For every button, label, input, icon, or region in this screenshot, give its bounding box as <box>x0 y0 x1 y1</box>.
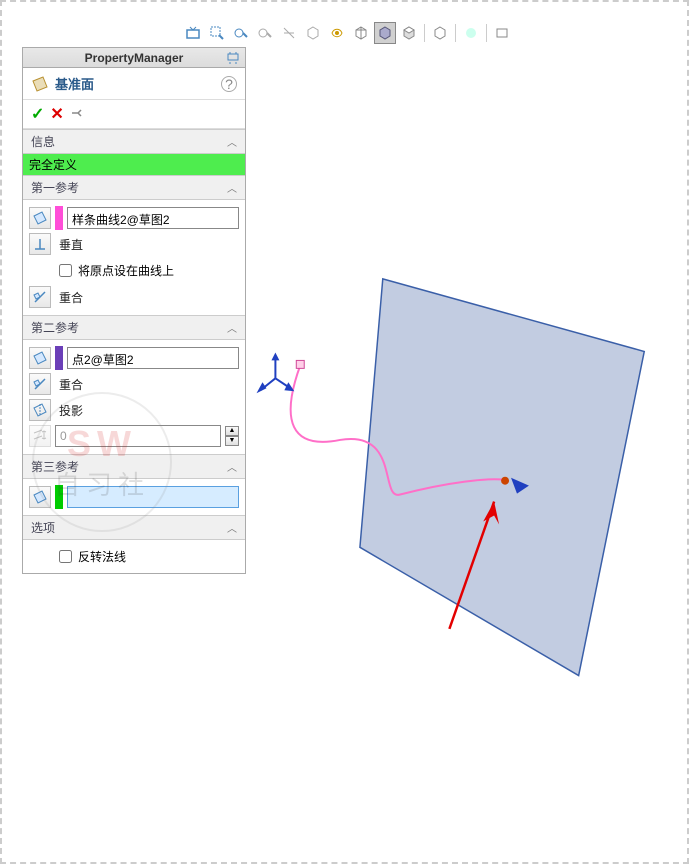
annotation-arrow-shaft <box>449 502 494 629</box>
feature-name: 基准面 <box>55 74 94 93</box>
dynamic-zoom-icon[interactable] <box>278 22 300 44</box>
perpendicular-icon[interactable] <box>29 233 51 255</box>
action-row: ✓ ✕ <box>23 100 245 129</box>
ref3-header-label: 第三参考 <box>31 458 79 475</box>
status-fully-defined: 完全定义 <box>23 154 245 175</box>
hide-show-icon[interactable] <box>429 22 451 44</box>
view-toolbar <box>182 22 513 44</box>
project-icon[interactable] <box>29 399 51 421</box>
ref2-color-chip <box>55 346 63 370</box>
ref2-project-label: 投影 <box>55 402 83 419</box>
distance-spinner[interactable]: ▲▼ <box>225 426 239 446</box>
cancel-button[interactable]: ✕ <box>50 104 63 124</box>
property-manager-panel: PropertyManager 基准面 ? ✓ ✕ 信息 ︿ 完全定义 第一参考… <box>22 47 246 574</box>
selection-icon[interactable] <box>29 207 51 229</box>
display-style-shaded-edges-icon[interactable] <box>398 22 420 44</box>
section-view-icon[interactable] <box>254 22 276 44</box>
flip-normal-checkbox[interactable] <box>59 550 72 563</box>
info-section-header[interactable]: 信息 ︿ <box>23 129 245 154</box>
third-reference-body <box>23 479 245 515</box>
ref1-entity-input[interactable]: 样条曲线2@草图2 <box>67 207 239 229</box>
plane-feature-icon <box>31 75 49 93</box>
separator <box>486 24 487 42</box>
first-reference-body: 样条曲线2@草图2 垂直 将原点设在曲线上 重合 <box>23 200 245 315</box>
annotation-arrow-head <box>483 502 499 525</box>
selection-icon[interactable] <box>29 486 51 508</box>
info-header-label: 信息 <box>31 133 55 150</box>
flip-normal-label: 反转法线 <box>78 548 126 565</box>
separator <box>455 24 456 42</box>
ref1-coincident-label: 重合 <box>55 289 83 306</box>
options-header-label: 选项 <box>31 519 55 536</box>
tangent-arrow <box>511 478 529 494</box>
coincident-icon[interactable] <box>29 286 51 308</box>
offset-distance-icon <box>29 425 51 447</box>
ref2-entity-input[interactable]: 点2@草图2 <box>67 347 239 369</box>
ref1-header-label: 第一参考 <box>31 179 79 196</box>
chevron-up-icon: ︿ <box>227 320 237 335</box>
zoom-fit-icon[interactable] <box>182 22 204 44</box>
ref2-header-label: 第二参考 <box>31 319 79 336</box>
keep-visible-icon[interactable] <box>70 106 84 123</box>
chevron-up-icon: ︿ <box>227 134 237 149</box>
ref2-coincident-label: 重合 <box>55 376 83 393</box>
display-style-wireframe-icon[interactable] <box>350 22 372 44</box>
feature-title-row: 基准面 ? <box>23 68 245 100</box>
preview-plane <box>360 279 644 676</box>
panel-title-bar: PropertyManager <box>23 48 245 68</box>
options-header[interactable]: 选项 ︿ <box>23 515 245 540</box>
zoom-area-icon[interactable] <box>206 22 228 44</box>
chevron-up-icon: ︿ <box>227 459 237 474</box>
perpendicular-label: 垂直 <box>55 236 83 253</box>
ref3-color-chip <box>55 485 63 509</box>
second-reference-header[interactable]: 第二参考 ︿ <box>23 315 245 340</box>
panel-title: PropertyManager <box>85 51 184 65</box>
sketch-point <box>501 477 509 485</box>
options-body: 反转法线 <box>23 540 245 573</box>
selection-icon[interactable] <box>29 347 51 369</box>
origin-on-curve-checkbox[interactable] <box>59 264 72 277</box>
previous-view-icon[interactable] <box>230 22 252 44</box>
origin-on-curve-label: 将原点设在曲线上 <box>78 262 174 279</box>
appearance-icon[interactable] <box>326 22 348 44</box>
ref1-color-chip <box>55 206 63 230</box>
ref3-entity-input[interactable] <box>67 486 239 508</box>
third-reference-header[interactable]: 第三参考 ︿ <box>23 454 245 479</box>
spline-curve <box>291 365 504 494</box>
view-orientation-icon[interactable] <box>302 22 324 44</box>
panel-pushpin-icon[interactable] <box>225 50 241 66</box>
ok-button[interactable]: ✓ <box>31 104 44 124</box>
second-reference-body: 点2@草图2 重合 投影 ▲▼ <box>23 340 245 454</box>
first-reference-header[interactable]: 第一参考 ︿ <box>23 175 245 200</box>
view-settings-icon[interactable] <box>491 22 513 44</box>
spline-endpoint <box>296 360 304 368</box>
origin-triad <box>257 352 295 393</box>
apply-scene-icon[interactable] <box>460 22 482 44</box>
chevron-up-icon: ︿ <box>227 520 237 535</box>
offset-distance-input[interactable] <box>55 425 221 447</box>
display-style-shaded-icon[interactable] <box>374 22 396 44</box>
separator <box>424 24 425 42</box>
help-icon[interactable]: ? <box>221 76 237 92</box>
chevron-up-icon: ︿ <box>227 180 237 195</box>
spinner-up[interactable]: ▲ <box>225 426 239 436</box>
coincident-icon[interactable] <box>29 373 51 395</box>
spinner-down[interactable]: ▼ <box>225 436 239 446</box>
